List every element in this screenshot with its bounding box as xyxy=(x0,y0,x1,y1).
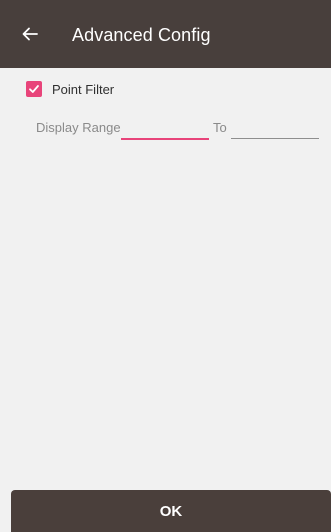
arrow-left-icon[interactable] xyxy=(20,24,40,44)
display-range-row: Display Range To xyxy=(0,114,331,140)
point-filter-row: Point Filter xyxy=(26,80,114,98)
page-title: Advanced Config xyxy=(72,25,211,45)
display-range-label: Display Range xyxy=(36,120,121,135)
range-to-input[interactable] xyxy=(231,116,319,139)
point-filter-label: Point Filter xyxy=(52,81,115,97)
ok-button[interactable]: OK xyxy=(11,490,331,532)
check-icon xyxy=(29,85,39,93)
range-from-input[interactable] xyxy=(121,116,209,140)
range-to-label: To xyxy=(213,120,227,135)
point-filter-checkbox[interactable] xyxy=(26,81,42,97)
app-bar: Advanced Config xyxy=(0,0,331,68)
